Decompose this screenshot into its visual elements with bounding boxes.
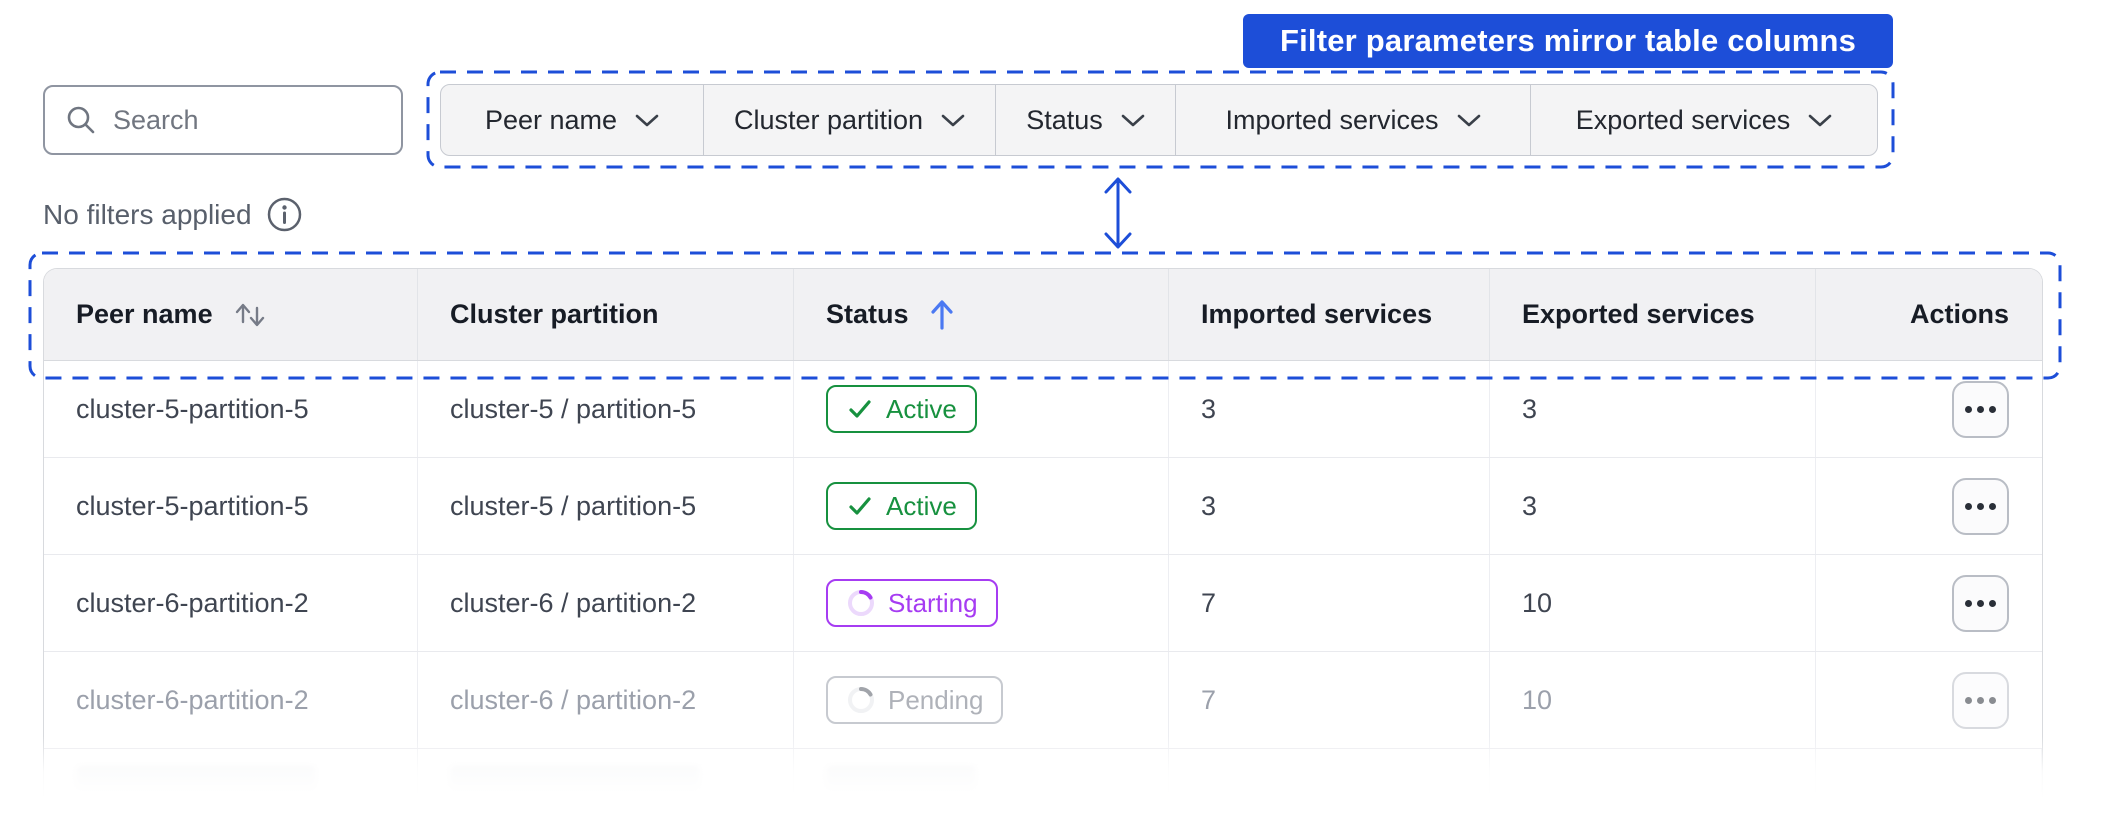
column-label: Peer name — [76, 299, 213, 329]
cluster-partition-cell: cluster-6 / partition-2 — [450, 587, 697, 618]
column-header-actions: Actions — [1816, 269, 2042, 360]
chevron-down-icon — [1808, 114, 1832, 127]
status-label: Starting — [888, 587, 978, 618]
info-icon[interactable] — [266, 196, 303, 233]
ellipsis-icon — [1965, 405, 1972, 413]
status-badge: Pending — [826, 676, 1004, 724]
cluster-partition-cell: cluster-6 / partition-2 — [450, 684, 697, 715]
chevron-down-icon — [1121, 114, 1145, 127]
column-header-peer-name[interactable]: Peer name — [44, 269, 418, 360]
ellipsis-icon — [1965, 502, 1972, 510]
chevron-down-icon — [635, 114, 659, 127]
filter-label: Cluster partition — [733, 104, 924, 135]
column-label: Exported services — [1522, 299, 1755, 329]
table-row: cluster-5-partition-5 cluster-5 / partit… — [44, 361, 2042, 458]
column-header-imported-services: Imported services — [1169, 269, 1490, 360]
exported-services-cell: 3 — [1522, 490, 1538, 521]
filters-status-text: No filters applied — [43, 198, 252, 230]
filter-imported-services[interactable]: Imported services — [1176, 85, 1531, 155]
imported-services-cell: 7 — [1201, 684, 1217, 715]
column-label: Cluster partition — [450, 299, 659, 329]
row-actions-menu-button[interactable] — [1952, 380, 2009, 438]
filter-label: Status — [1026, 104, 1103, 135]
table-header-row: Peer name Cluster partition Status Impor… — [44, 269, 2042, 361]
callout-banner: Filter parameters mirror table columns — [1243, 14, 1893, 68]
exported-services-cell: 10 — [1522, 684, 1553, 715]
bottom-fade — [30, 736, 2060, 816]
status-badge: Active — [826, 385, 977, 433]
filter-label: Peer name — [484, 104, 618, 135]
exported-services-cell: 10 — [1522, 587, 1553, 618]
spinner-icon — [846, 588, 876, 618]
filter-bar: Peer name Cluster partition Status Impor… — [440, 84, 1878, 156]
status-label: Active — [886, 490, 957, 521]
status-badge: Starting — [826, 579, 998, 627]
imported-services-cell: 7 — [1201, 587, 1217, 618]
row-actions-menu-button[interactable] — [1952, 671, 2009, 729]
imported-services-cell: 3 — [1201, 490, 1217, 521]
chevron-down-icon — [941, 114, 965, 127]
table-row: cluster-6-partition-2 cluster-6 / partit… — [44, 555, 2042, 652]
filter-status[interactable]: Status — [996, 85, 1176, 155]
column-label: Imported services — [1201, 299, 1433, 329]
sort-asc-icon — [929, 298, 955, 332]
table-row: cluster-5-partition-5 cluster-5 / partit… — [44, 458, 2042, 555]
cluster-partition-cell: cluster-5 / partition-5 — [450, 393, 697, 424]
filter-peer-name[interactable]: Peer name — [441, 85, 704, 155]
peers-table: Peer name Cluster partition Status Impor… — [43, 268, 2043, 808]
ellipsis-icon — [1965, 696, 1972, 704]
status-label: Pending — [888, 684, 984, 715]
search-input-box[interactable] — [43, 85, 403, 155]
check-icon — [846, 395, 874, 423]
chevron-down-icon — [1457, 114, 1481, 127]
filter-label: Exported services — [1575, 104, 1791, 135]
peer-name-cell: cluster-5-partition-5 — [76, 490, 309, 521]
column-label: Actions — [1909, 299, 2009, 329]
peer-name-cell: cluster-5-partition-5 — [76, 393, 309, 424]
column-header-cluster-partition: Cluster partition — [418, 269, 794, 360]
imported-services-cell: 3 — [1201, 393, 1217, 424]
filter-cluster-partition[interactable]: Cluster partition — [704, 85, 996, 155]
search-icon — [65, 104, 97, 136]
row-actions-menu-button[interactable] — [1952, 574, 2009, 632]
cluster-partition-cell: cluster-5 / partition-5 — [450, 490, 697, 521]
peer-name-cell: cluster-6-partition-2 — [76, 587, 309, 618]
ellipsis-icon — [1965, 599, 1972, 607]
filter-exported-services[interactable]: Exported services — [1531, 85, 1877, 155]
column-label: Status — [826, 299, 909, 329]
table-row: cluster-6-partition-2 cluster-6 / partit… — [44, 652, 2042, 749]
double-arrow — [1104, 177, 1132, 249]
exported-services-cell: 3 — [1522, 393, 1538, 424]
filter-label: Imported services — [1225, 104, 1439, 135]
filters-status: No filters applied — [43, 196, 303, 233]
status-label: Active — [886, 393, 957, 424]
column-header-exported-services: Exported services — [1490, 269, 1816, 360]
row-actions-menu-button[interactable] — [1952, 477, 2009, 535]
peer-name-cell: cluster-6-partition-2 — [76, 684, 309, 715]
search-input[interactable] — [113, 104, 363, 136]
check-icon — [846, 492, 874, 520]
status-badge: Active — [826, 482, 977, 530]
sort-updown-icon — [233, 300, 267, 330]
column-header-status[interactable]: Status — [794, 269, 1169, 360]
spinner-icon — [846, 685, 876, 715]
